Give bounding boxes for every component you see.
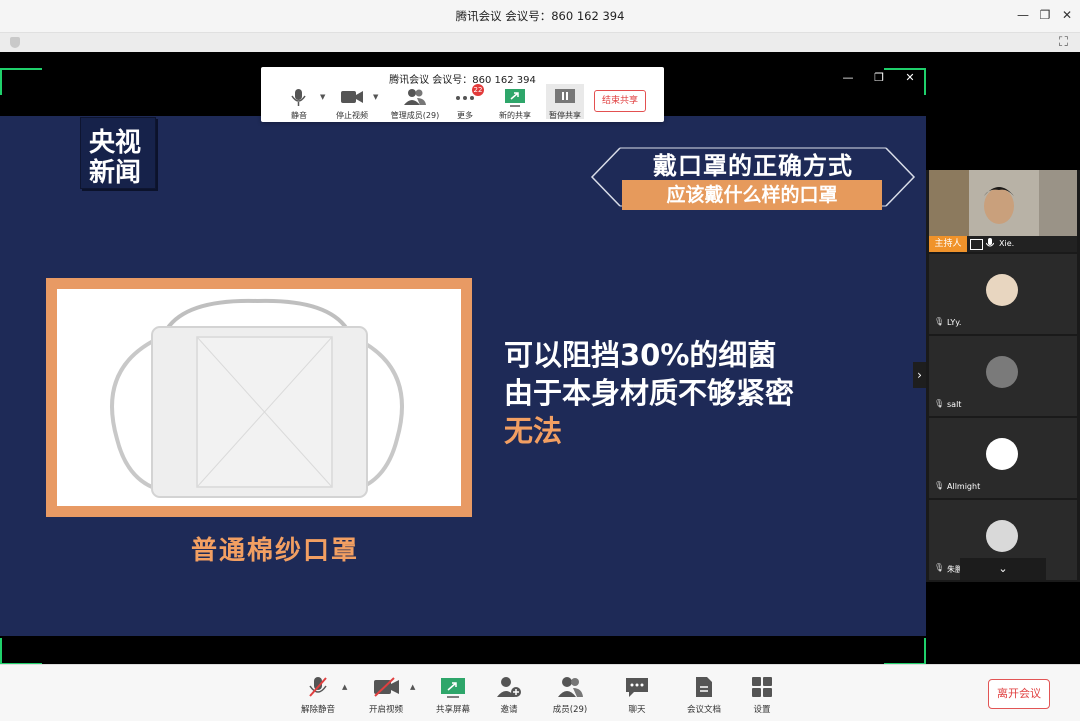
participant-name: salt — [947, 400, 962, 409]
participant-name: LYy. — [947, 318, 962, 327]
slide-subtitle: 应该戴什么样的口罩 — [622, 180, 882, 210]
mic-muted-icon: 🎙 — [934, 317, 945, 326]
share-screen-icon — [441, 678, 465, 698]
share-close-icon[interactable]: ✕ — [903, 71, 917, 84]
mic-muted-icon — [309, 677, 327, 697]
avatar — [986, 520, 1018, 552]
video-camera-icon — [341, 91, 363, 103]
avatar — [986, 356, 1018, 388]
slide-text-line-3: 无法 — [504, 414, 563, 448]
invite-icon — [497, 677, 521, 697]
settings-button[interactable]: 设置 — [732, 675, 792, 715]
mask-photo — [57, 289, 461, 506]
slide-text-line-1: 可以阻挡30%的细菌 — [504, 338, 777, 372]
mic-muted-icon: 🎙 — [934, 399, 945, 408]
pause-share-button[interactable]: 暂停共享 — [546, 84, 584, 120]
share-minimize-icon[interactable]: — — [841, 71, 855, 84]
toolbar-meeting-title: 腾讯会议 会议号：860 162 394 — [389, 75, 536, 86]
meeting-docs-button[interactable]: 会议文档 — [674, 675, 734, 715]
settings-grid-icon — [752, 677, 772, 697]
fullscreen-icon[interactable]: ⛶ — [1059, 35, 1068, 50]
mute-button[interactable]: 静音 — [271, 87, 327, 120]
video-options-arrow[interactable]: ▼ — [373, 93, 378, 101]
audio-options-arrow[interactable]: ▲ — [342, 683, 347, 691]
video-off-icon — [374, 677, 399, 697]
participant-name: Allmight — [947, 482, 981, 491]
cctv-news-logo: 央视 新闻 — [80, 117, 156, 189]
screen-share-icon — [970, 239, 983, 250]
shield-icon[interactable] — [10, 37, 20, 48]
security-bar: ⛶ — [0, 32, 1080, 53]
scroll-down-icon[interactable]: ⌄ — [960, 558, 1046, 580]
avatar — [986, 274, 1018, 306]
manage-members-button[interactable]: 管理成员(29) — [387, 87, 443, 120]
video-options-arrow[interactable]: ▲ — [410, 683, 415, 691]
window-titlebar: 腾讯会议 会议号：860 162 394 — ❐ ✕ — [0, 0, 1080, 32]
share-border-corner — [0, 68, 42, 95]
minimize-icon[interactable]: — — [1014, 6, 1032, 24]
share-border-corner — [0, 638, 42, 665]
share-toolbar: 腾讯会议 会议号：860 162 394 静音 ▼ 停止视频 ▼ 管理成员(29… — [261, 67, 664, 122]
window-title: 腾讯会议 会议号：860 162 394 — [455, 9, 625, 23]
mic-muted-icon: 🎙 — [934, 563, 945, 572]
participant-tile[interactable]: 🎙 Allmight — [929, 418, 1077, 498]
end-share-button[interactable]: 结束共享 — [594, 90, 646, 112]
participant-tile[interactable]: 🎙 salt — [929, 336, 1077, 416]
new-share-button[interactable]: 新的共享 — [487, 87, 543, 120]
pause-share-icon — [555, 89, 575, 103]
invite-button[interactable]: 邀请 — [479, 675, 539, 715]
stop-video-button[interactable]: 停止视频 — [324, 87, 380, 120]
chat-button[interactable]: 聊天 — [607, 675, 667, 715]
share-restore-icon[interactable]: ❐ — [872, 71, 886, 84]
avatar — [986, 438, 1018, 470]
more-badge: 22 — [472, 84, 484, 96]
members-icon — [404, 89, 426, 105]
host-role-tag: 主持人 — [929, 236, 967, 252]
cotton-mask-illustration — [110, 298, 404, 498]
members-icon — [558, 677, 583, 697]
unmute-button[interactable]: 解除静音 — [288, 675, 348, 715]
slide-title: 戴口罩的正确方式 — [653, 152, 853, 180]
new-share-icon — [505, 89, 525, 107]
mic-icon — [986, 238, 994, 247]
close-icon[interactable]: ✕ — [1058, 6, 1076, 24]
host-info-bar: 主持人 Xie. — [929, 236, 1077, 252]
participant-name: Xie. — [999, 239, 1015, 248]
share-border-corner — [884, 638, 926, 665]
slide-caption: 普通棉纱口罩 — [190, 536, 359, 566]
start-video-button[interactable]: 开启视频 — [356, 675, 416, 715]
slide-text-line-2: 由于本身材质不够紧密 — [504, 376, 795, 410]
expand-panel-icon[interactable]: › — [913, 362, 926, 388]
mic-icon — [291, 89, 306, 106]
members-button[interactable]: 成员(29) — [540, 675, 600, 715]
meeting-control-bar: 解除静音 ▲ 开启视频 ▲ 共享屏幕 邀请 成员(29) 聊天 会议文档 设置 … — [0, 664, 1080, 721]
share-screen-button[interactable]: 共享屏幕 — [423, 675, 483, 715]
document-icon — [696, 677, 712, 697]
leave-meeting-button[interactable]: 离开会议 — [988, 679, 1050, 709]
mic-muted-icon: 🎙 — [934, 481, 945, 490]
restore-icon[interactable]: ❐ — [1036, 6, 1054, 24]
participant-tile[interactable]: 🎙 LYy. — [929, 254, 1077, 334]
more-button[interactable]: 更多 — [437, 87, 493, 120]
chat-icon — [626, 678, 648, 697]
